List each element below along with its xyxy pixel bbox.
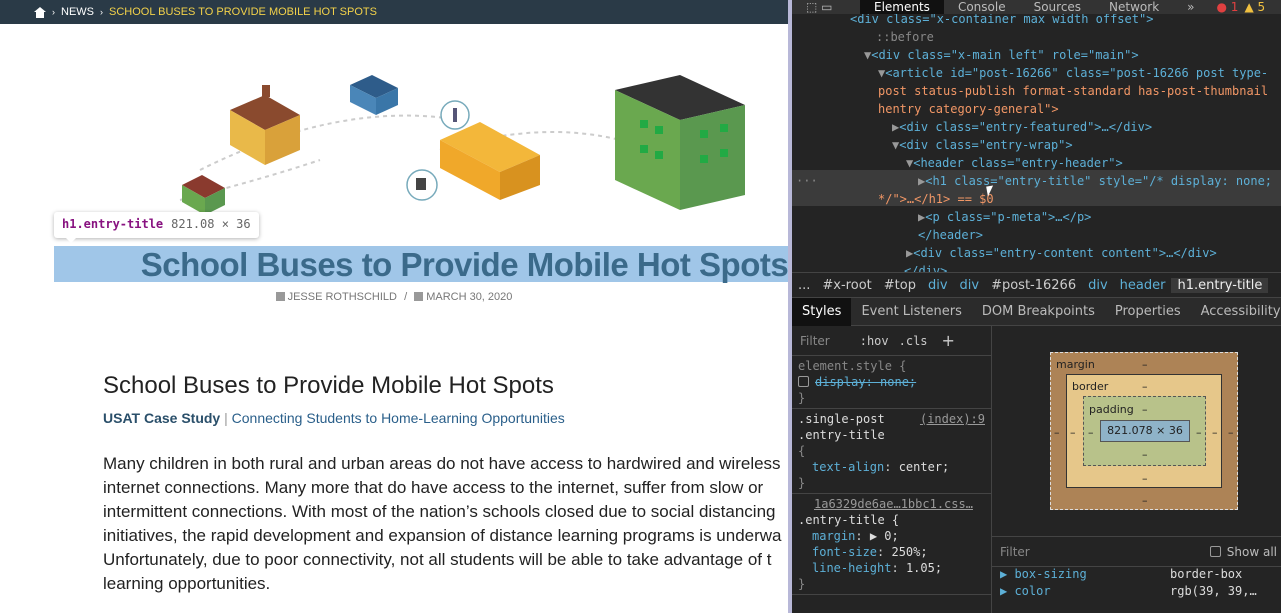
- tab-accessibility[interactable]: Accessibility: [1191, 298, 1281, 326]
- cls-button[interactable]: .cls: [899, 334, 928, 348]
- tab-network[interactable]: Network: [1095, 0, 1173, 14]
- router-icon: [406, 169, 438, 201]
- dom-node[interactable]: </div>: [904, 262, 947, 272]
- crumb[interactable]: header: [1114, 278, 1172, 293]
- wifi-icon: [440, 100, 470, 130]
- styles-tabs: Styles Event Listeners DOM Breakpoints P…: [792, 297, 1281, 326]
- crumb[interactable]: ...: [792, 278, 816, 293]
- author[interactable]: JESSE ROTHSCHILD: [288, 291, 397, 303]
- add-rule-button[interactable]: +: [942, 331, 955, 350]
- article-title: School Buses to Provide Mobile Hot Spots: [140, 246, 788, 283]
- crumb[interactable]: #post-16266: [985, 278, 1082, 293]
- house-icon: [350, 75, 398, 115]
- crumb[interactable]: div: [922, 278, 954, 293]
- featured-image: [179, 75, 745, 215]
- inspect-icon[interactable]: ⬚ ▭: [792, 0, 860, 14]
- dom-node[interactable]: ▼<div class="x-main left" role="main">: [864, 46, 1139, 64]
- mouse-cursor-icon: [986, 185, 995, 197]
- calendar-icon: [414, 292, 424, 301]
- css-rule: element.style { display: none; }: [792, 356, 991, 409]
- body-line: intermittent connections. With most of t…: [103, 502, 776, 521]
- box-model: 821.078 × 36 margin – border – padding –…: [992, 326, 1281, 536]
- school-bus-icon: [440, 122, 540, 200]
- tab-sources[interactable]: Sources: [1020, 0, 1095, 14]
- more-tabs-icon[interactable]: »: [1173, 0, 1208, 14]
- house-icon: [182, 175, 225, 215]
- dom-node[interactable]: ▼<header class="entry-header">: [906, 154, 1123, 172]
- crumb[interactable]: div: [954, 278, 986, 293]
- dom-node[interactable]: ▶<div class="entry-featured">…</div>: [892, 118, 1152, 136]
- computed-filter[interactable]: Filter Show all: [992, 537, 1281, 567]
- source-link[interactable]: (index):9: [920, 411, 985, 427]
- dom-node-cont: hentry category-general">: [878, 102, 1059, 116]
- chevron-right-icon: ›: [52, 7, 55, 17]
- pencil-icon: [275, 292, 285, 301]
- computed-row[interactable]: ▶ color rgb(39, 39,…: [992, 584, 1281, 601]
- dom-tree: <div class="x-container max width offset…: [792, 14, 1281, 272]
- computed-row[interactable]: ▶ box-sizing border-box: [992, 567, 1281, 584]
- subtitle-text: Connecting Students to Home-Learning Opp…: [231, 410, 565, 426]
- hov-button[interactable]: :hov: [860, 334, 889, 348]
- tooltip-size: 821.08 × 36: [171, 217, 251, 231]
- node-menu-icon[interactable]: ···: [796, 172, 818, 190]
- web-page: › NEWS › SCHOOL BUSES TO PROVIDE MOBILE …: [0, 0, 788, 613]
- body-line: initiatives, the rapid development and e…: [103, 526, 782, 545]
- tab-event-listeners[interactable]: Event Listeners: [851, 298, 971, 326]
- dom-node[interactable]: <div class="x-container max width offset…: [850, 14, 1153, 28]
- article-body: Many children in both rural and urban ar…: [103, 452, 788, 596]
- tab-console[interactable]: Console: [944, 0, 1020, 14]
- dom-node-selected[interactable]: ▶<h1 class="entry-title" style="/* displ…: [918, 172, 1272, 190]
- source-link[interactable]: 1a6329de6ae…1bbc1.css…: [814, 497, 973, 511]
- post-date: MARCH 30, 2020: [426, 291, 513, 303]
- body-line: Many children in both rural and urban ar…: [103, 454, 781, 473]
- dom-breadcrumb: ... #x-root #top div div #post-16266 div…: [792, 272, 1281, 298]
- crumb[interactable]: #x-root: [816, 278, 877, 293]
- breadcrumb-news[interactable]: NEWS: [61, 6, 94, 18]
- devtools-tabs: ⬚ ▭ Elements Console Sources Network » ●…: [792, 0, 1281, 14]
- tooltip-tag: h1.entry-title: [62, 217, 164, 231]
- inspect-tooltip: h1.entry-title 821.08 × 36: [54, 212, 259, 243]
- tab-elements[interactable]: Elements: [860, 0, 944, 14]
- dom-node[interactable]: </header>: [918, 226, 983, 244]
- box-content[interactable]: 821.078 × 36: [1100, 420, 1190, 442]
- body-line: Unfortunately, due to poor connectivity,…: [103, 550, 772, 569]
- dom-node[interactable]: ▼<article id="post-16266" class="post-16…: [878, 64, 1268, 82]
- dom-node[interactable]: ::before: [876, 28, 934, 46]
- warning-count[interactable]: ▲ 5: [1244, 0, 1265, 14]
- show-all-toggle[interactable]: Show all: [1209, 545, 1277, 559]
- chevron-right-icon: ›: [100, 7, 103, 17]
- body-line: internet connections. Many more that do …: [103, 478, 764, 497]
- tab-properties[interactable]: Properties: [1105, 298, 1191, 326]
- dom-node[interactable]: ▼<div class="entry-wrap">: [892, 136, 1073, 154]
- case-study-label: USAT Case Study: [103, 410, 221, 426]
- dom-node-cont: */">…</h1> == $0: [878, 192, 994, 206]
- styles-pane: Filter :hov .cls + element.style { displ…: [792, 326, 992, 613]
- styles-filter[interactable]: Filter :hov .cls +: [792, 326, 991, 356]
- crumb[interactable]: div: [1082, 278, 1114, 293]
- dom-node[interactable]: ▶<p class="p-meta">…</p>: [918, 208, 1091, 226]
- article-subtitle: USAT Case Study | Connecting Students to…: [103, 410, 565, 426]
- css-rule: 1a6329de6ae…1bbc1.css… .entry-title { ma…: [792, 494, 991, 595]
- css-rule: .single-post (index):9 .entry-title { tex…: [792, 409, 991, 494]
- error-count[interactable]: ● 1: [1217, 0, 1239, 14]
- tab-dom-breakpoints[interactable]: DOM Breakpoints: [972, 298, 1105, 326]
- property-checkbox[interactable]: [798, 376, 809, 387]
- dom-node-cont: post status-publish format-standard has-…: [878, 84, 1269, 98]
- house-icon: [230, 85, 300, 165]
- post-meta: JESSE ROTHSCHILD / MARCH 30, 2020: [0, 291, 788, 303]
- home-icon[interactable]: [34, 6, 46, 18]
- breadcrumb: › NEWS › SCHOOL BUSES TO PROVIDE MOBILE …: [0, 0, 788, 24]
- body-line: learning opportunities.: [103, 574, 271, 593]
- crumb-active[interactable]: h1.entry-title: [1171, 277, 1269, 293]
- devtools-panel: ⬚ ▭ Elements Console Sources Network » ●…: [788, 0, 1281, 613]
- crumb[interactable]: #top: [878, 278, 922, 293]
- breadcrumb-current: SCHOOL BUSES TO PROVIDE MOBILE HOT SPOTS: [109, 6, 377, 18]
- computed-pane: Filter Show all ▶ box-sizing border-box ▶…: [992, 536, 1281, 613]
- school-building-icon: [615, 75, 745, 210]
- article-heading: School Buses to Provide Mobile Hot Spots: [103, 372, 554, 399]
- tab-styles[interactable]: Styles: [792, 297, 852, 326]
- dom-node[interactable]: ▶<div class="entry-content content">…</d…: [906, 244, 1217, 262]
